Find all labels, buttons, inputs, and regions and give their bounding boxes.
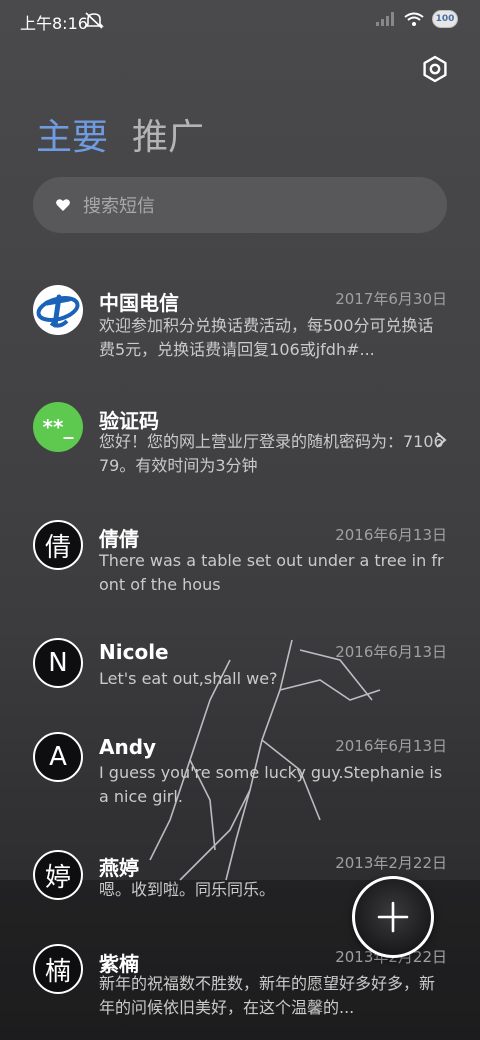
message-preview: I guess you're some lucky guy.Stephanie … [99,763,443,806]
new-message-button[interactable] [352,876,434,958]
battery-icon: 100 [432,10,458,28]
conversation-row[interactable]: N Nicole 2016年6月13日 Let's eat out,shall … [0,636,480,706]
contact-name: 倩倩 [99,527,139,551]
status-bar: 上午8:16 100 [0,0,480,40]
message-preview: 欢迎参加积分兑换话费活动，每500分可兑换话费5元，兑换话费请回复106或jfd… [99,316,434,359]
tab-main[interactable]: 主要 [36,112,108,164]
message-preview: 您好！您的网上营业厅登录的随机密码为：710679。有效时间为3分钟 [99,432,444,475]
message-date: 2016年6月13日 [335,526,447,544]
conversation-row[interactable]: **_ 验证码 您好！您的网上营业厅登录的随机密码为：710679。有效时间为3… [0,400,480,490]
chevron-right-icon[interactable] [434,430,448,450]
message-date: 2017年6月30日 [335,290,447,308]
message-date: 2016年6月13日 [335,643,447,661]
message-preview: Let's eat out,shall we? [99,669,278,688]
avatar: 倩 [33,520,83,570]
message-preview: 新年的祝福数不胜数，新年的愿望好多好多，新年的问候依旧美好，在这个温馨的... [99,974,436,1017]
settings-icon[interactable] [420,54,450,84]
avatar: 楠 [33,944,83,994]
avatar: A [33,732,83,782]
avatar [33,285,83,335]
search-placeholder: 搜索短信 [83,196,155,217]
conversation-row[interactable]: 倩 倩倩 2016年6月13日 There was a table set ou… [0,518,480,608]
message-date: 2016年6月13日 [335,737,447,755]
heart-icon [56,199,70,211]
contact-name: Nicole [99,640,169,664]
mute-icon [84,12,104,29]
status-time: 上午8:16 [20,14,88,33]
contact-name: 中国电信 [99,291,179,315]
signal-icon [376,12,394,26]
contact-name: 燕婷 [99,856,139,880]
wifi-icon [404,12,424,26]
conversation-row[interactable]: A Andy 2016年6月13日 I guess you're some lu… [0,730,480,820]
avatar: 婷 [33,850,83,900]
message-preview: There was a table set out under a tree i… [99,551,444,594]
tab-bar: 主要 推广 [36,112,204,164]
search-bar[interactable]: 搜索短信 [33,177,447,233]
message-date: 2013年2月22日 [335,854,447,872]
avatar: N [33,638,83,688]
status-icons: 100 [376,10,458,28]
conversation-row[interactable]: 楠 紫楠 2013年2月22日 新年的祝福数不胜数，新年的愿望好多好多，新年的问… [0,942,480,1032]
conversation-row[interactable]: 中国电信 2017年6月30日 欢迎参加积分兑换话费活动，每500分可兑换话费5… [0,280,480,370]
china-telecom-logo-icon [36,294,80,328]
plus-icon [377,901,409,933]
avatar: **_ [33,402,83,452]
contact-name: Andy [99,735,157,759]
tab-promotions[interactable]: 推广 [132,112,204,164]
